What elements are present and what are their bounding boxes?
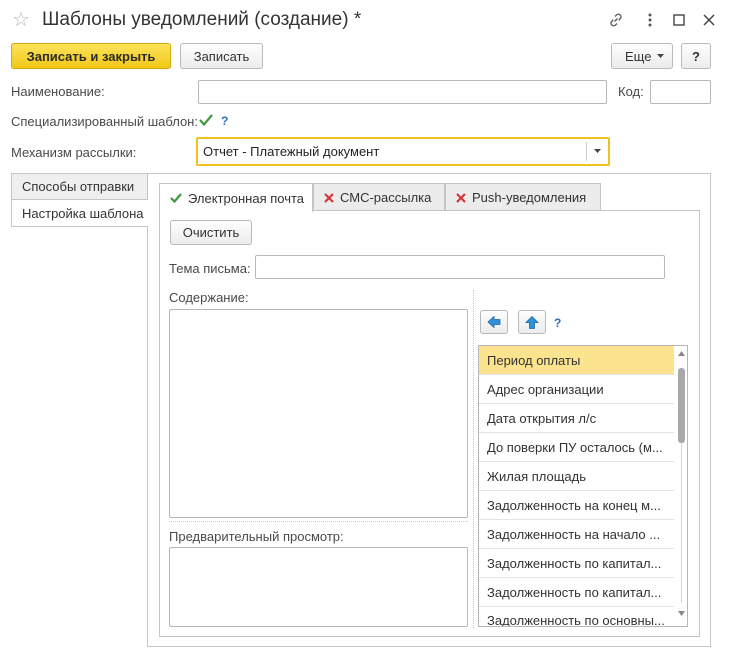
tab-sms[interactable]: СМС-рассылка bbox=[313, 183, 445, 211]
list-item[interactable]: Задолженность на начало ... bbox=[479, 520, 674, 549]
cross-icon bbox=[456, 192, 466, 203]
arrow-up-icon bbox=[525, 315, 539, 329]
subject-input[interactable] bbox=[255, 255, 665, 279]
scrollbar-thumb[interactable] bbox=[678, 368, 685, 443]
cross-icon bbox=[324, 192, 334, 203]
save-and-close-button[interactable]: Записать и закрыть bbox=[11, 43, 171, 69]
tab-push[interactable]: Push-уведомления bbox=[445, 183, 601, 211]
vertical-dots-icon[interactable] bbox=[640, 10, 660, 30]
scrollbar-track[interactable] bbox=[681, 443, 682, 603]
side-tab-label: Настройка шаблона bbox=[22, 205, 144, 221]
check-icon bbox=[170, 193, 182, 203]
help-button[interactable]: ? bbox=[681, 43, 711, 69]
list-item[interactable]: Жилая площадь bbox=[479, 462, 674, 491]
move-up-button[interactable] bbox=[518, 310, 546, 334]
checkmark-icon bbox=[199, 114, 213, 127]
side-tab-label: Способы отправки bbox=[22, 179, 135, 194]
close-icon[interactable] bbox=[699, 10, 719, 30]
list-item[interactable]: До поверки ПУ осталось (м... bbox=[479, 433, 674, 462]
tab-label: Push-уведомления bbox=[472, 190, 587, 205]
specialized-label: Специализированный шаблон: bbox=[11, 114, 198, 129]
mechanism-value: Отчет - Платежный документ bbox=[203, 144, 380, 159]
chevron-down-icon bbox=[657, 54, 665, 58]
list-item[interactable]: Задолженность по капитал... bbox=[479, 549, 674, 578]
code-label: Код: bbox=[618, 84, 644, 99]
subject-label: Тема письма: bbox=[169, 261, 251, 276]
code-input[interactable] bbox=[650, 80, 711, 104]
list-item[interactable]: Адрес организации bbox=[479, 375, 674, 404]
clear-button[interactable]: Очистить bbox=[170, 220, 252, 245]
name-input[interactable] bbox=[198, 80, 607, 104]
vertical-splitter[interactable] bbox=[473, 290, 474, 628]
favorite-star-icon[interactable]: ☆ bbox=[12, 9, 30, 31]
link-icon[interactable] bbox=[606, 10, 626, 30]
side-tab-delivery-methods[interactable]: Способы отправки bbox=[11, 173, 148, 200]
select-divider bbox=[586, 142, 587, 161]
content-textarea[interactable] bbox=[169, 309, 468, 518]
mechanism-label: Механизм рассылки: bbox=[11, 145, 137, 160]
list-item[interactable]: Задолженность на конец м... bbox=[479, 491, 674, 520]
insert-left-button[interactable] bbox=[480, 310, 508, 334]
preview-label: Предварительный просмотр: bbox=[169, 529, 344, 544]
mechanism-select[interactable]: Отчет - Платежный документ bbox=[196, 137, 610, 166]
name-label: Наименование: bbox=[11, 84, 105, 99]
params-help-icon[interactable]: ? bbox=[554, 316, 561, 330]
list-item[interactable]: Задолженность по основны... bbox=[479, 607, 674, 626]
tab-email[interactable]: Электронная почта bbox=[159, 183, 313, 212]
specialized-help-icon[interactable]: ? bbox=[221, 114, 228, 128]
side-tab-template-settings[interactable]: Настройка шаблона bbox=[11, 199, 148, 227]
scroll-up-arrow-icon[interactable] bbox=[678, 351, 685, 356]
list-item[interactable]: Дата открытия л/с bbox=[479, 404, 674, 433]
list-item[interactable]: Задолженность по капитал... bbox=[479, 578, 674, 607]
specialized-checkbox[interactable] bbox=[198, 112, 214, 128]
more-label: Еще bbox=[625, 48, 652, 64]
window-title: Шаблоны уведомлений (создание) * bbox=[42, 9, 362, 30]
arrow-left-icon bbox=[487, 316, 501, 328]
scroll-down-arrow-icon[interactable] bbox=[678, 611, 685, 616]
content-label: Содержание: bbox=[169, 290, 249, 305]
content-splitter[interactable] bbox=[169, 521, 468, 522]
more-button[interactable]: Еще bbox=[611, 43, 673, 69]
preview-area bbox=[169, 547, 468, 627]
maximize-icon[interactable] bbox=[669, 10, 689, 30]
dropdown-arrow-icon[interactable] bbox=[594, 149, 601, 153]
save-button[interactable]: Записать bbox=[180, 43, 263, 69]
list-item[interactable]: Период оплаты bbox=[479, 346, 674, 375]
tab-label: Электронная почта bbox=[188, 190, 305, 206]
tab-label: СМС-рассылка bbox=[340, 190, 432, 205]
